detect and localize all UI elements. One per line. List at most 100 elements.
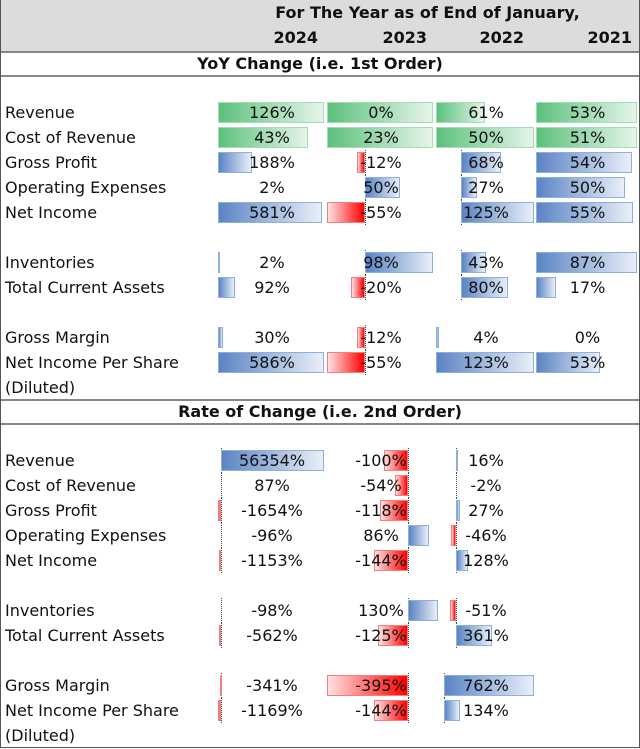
value-cell-2024[interactable]: 30% — [218, 325, 326, 350]
value-cell-2022[interactable]: 134% — [436, 698, 536, 723]
cell-value: -341% — [246, 676, 298, 695]
value-cell-2024[interactable]: -1153% — [218, 548, 326, 573]
value-cell-2022[interactable]: 123% — [436, 350, 536, 375]
value-cell-2022[interactable]: -46% — [436, 523, 536, 548]
table-row: Operating Expenses 2% 50% 27% 50% — [1, 175, 639, 200]
value-cell-2023[interactable]: -395% — [327, 673, 435, 698]
value-cell-2022[interactable]: 43% — [436, 250, 536, 275]
cell-value: 87% — [254, 476, 290, 495]
table-row: Gross Profit 188% -12% 68% 54% — [1, 150, 639, 175]
value-cell-2021[interactable] — [536, 623, 639, 648]
value-cell-2023[interactable]: -144% — [327, 698, 435, 723]
value-cell-2022[interactable]: 68% — [436, 150, 536, 175]
value-cell-2022[interactable]: 27% — [436, 175, 536, 200]
cell-value: -96% — [251, 526, 293, 545]
value-cell-2024[interactable]: 2% — [218, 175, 326, 200]
value-cell-2024[interactable]: 56354% — [218, 448, 326, 473]
value-cell-2021[interactable] — [536, 598, 639, 623]
value-cell-2024[interactable]: 188% — [218, 150, 326, 175]
value-cell-2021[interactable] — [536, 473, 639, 498]
value-cell-2024[interactable]: -341% — [218, 673, 326, 698]
value-cell-2024[interactable]: -1654% — [218, 498, 326, 523]
value-cell-2023[interactable]: -20% — [327, 275, 435, 300]
value-cell-2024[interactable]: 2% — [218, 250, 326, 275]
cell-value: 0% — [574, 328, 601, 347]
value-cell-2024[interactable]: 43% — [218, 125, 326, 150]
value-cell-2022[interactable]: -2% — [436, 473, 536, 498]
value-cell-2021[interactable]: 17% — [536, 275, 639, 300]
value-cell-2021[interactable]: 87% — [536, 250, 639, 275]
value-cell-2022[interactable]: 125% — [436, 200, 536, 225]
value-cell-2023[interactable]: -54% — [327, 473, 435, 498]
table-row: Total Current Assets 92% -20% 80% 17% — [1, 275, 639, 300]
cell-value: 92% — [254, 278, 290, 297]
value-cell-2023[interactable]: 0% — [327, 100, 435, 125]
value-cell-2022[interactable]: 762% — [436, 673, 536, 698]
value-cell-2021[interactable]: 54% — [536, 150, 639, 175]
value-cell-2024[interactable]: 581% — [218, 200, 326, 225]
value-cell-2024[interactable]: -1169% — [218, 698, 326, 723]
row-label: Revenue — [5, 451, 75, 470]
value-cell-2023[interactable]: -55% — [327, 350, 435, 375]
value-cell-2023[interactable]: -100% — [327, 448, 435, 473]
value-cell-2022[interactable]: 61% — [436, 100, 536, 125]
value-cell-2022[interactable]: 128% — [436, 548, 536, 573]
value-cell-2023[interactable]: -125% — [327, 623, 435, 648]
value-cell-2021[interactable]: 53% — [536, 350, 639, 375]
value-cell-2023[interactable]: -12% — [327, 150, 435, 175]
value-cell-2021[interactable] — [536, 673, 639, 698]
value-cell-2022[interactable]: 16% — [436, 448, 536, 473]
row-label: Operating Expenses — [5, 526, 167, 545]
value-cell-2023[interactable]: 130% — [327, 598, 439, 623]
value-cell-2023[interactable]: -118% — [327, 498, 435, 523]
value-cell-2021[interactable] — [536, 448, 639, 473]
value-cell-2022[interactable]: 80% — [436, 275, 536, 300]
value-cell-2024[interactable]: 87% — [218, 473, 326, 498]
spreadsheet-table: For The Year as of End of January, 2024 … — [0, 0, 640, 748]
value-cell-2023[interactable]: -144% — [327, 548, 435, 573]
value-cell-2024[interactable]: 126% — [218, 100, 326, 125]
row-label: Operating Expenses — [5, 178, 167, 197]
value-cell-2023[interactable]: -12% — [327, 325, 435, 350]
cell-value: -118% — [355, 501, 407, 520]
value-cell-2023[interactable]: 50% — [327, 175, 435, 200]
table-row: Revenue 126% 0% 61% 53% — [1, 100, 639, 125]
section-title: YoY Change (i.e. 1st Order) — [1, 53, 639, 77]
value-cell-2024[interactable]: -96% — [218, 523, 326, 548]
cell-value: 61% — [468, 103, 504, 122]
row-label: Gross Profit — [5, 501, 97, 520]
value-cell-2021[interactable] — [536, 698, 639, 723]
table-row: Cost of Revenue 43% 23% 50% 51% — [1, 125, 639, 150]
value-cell-2024[interactable]: -98% — [218, 598, 326, 623]
value-cell-2021[interactable] — [536, 523, 639, 548]
value-cell-2023[interactable]: 23% — [327, 125, 435, 150]
cell-value: 50% — [569, 178, 606, 197]
value-cell-2021[interactable]: 0% — [536, 325, 639, 350]
row-label-continuation: (Diluted) — [5, 726, 76, 745]
value-cell-2022[interactable]: 27% — [436, 498, 536, 523]
cell-value: -144% — [355, 551, 407, 570]
value-cell-2023[interactable]: -55% — [327, 200, 435, 225]
value-cell-2022[interactable]: 50% — [436, 125, 536, 150]
value-cell-2021[interactable]: 53% — [536, 100, 639, 125]
cell-value: -55% — [360, 203, 402, 222]
value-cell-2024[interactable]: 586% — [218, 350, 326, 375]
cell-value: 56354% — [238, 451, 306, 470]
value-cell-2022[interactable]: 361% — [436, 623, 536, 648]
cell-value: 361% — [463, 626, 509, 645]
value-cell-2023[interactable]: 98% — [327, 250, 435, 275]
value-cell-2021[interactable] — [536, 548, 639, 573]
value-cell-2024[interactable]: 92% — [218, 275, 326, 300]
value-cell-2021[interactable] — [536, 498, 639, 523]
cell-value: 130% — [358, 601, 404, 620]
value-cell-2022[interactable]: -51% — [436, 598, 536, 623]
cell-value: 87% — [569, 253, 606, 272]
value-cell-2022[interactable]: 4% — [436, 325, 536, 350]
cell-value: 123% — [463, 353, 509, 372]
value-cell-2023[interactable]: 86% — [327, 523, 435, 548]
value-cell-2021[interactable]: 55% — [536, 200, 639, 225]
value-cell-2021[interactable]: 51% — [536, 125, 639, 150]
row-label: Gross Margin — [5, 328, 110, 347]
value-cell-2024[interactable]: -562% — [218, 623, 326, 648]
value-cell-2021[interactable]: 50% — [536, 175, 639, 200]
